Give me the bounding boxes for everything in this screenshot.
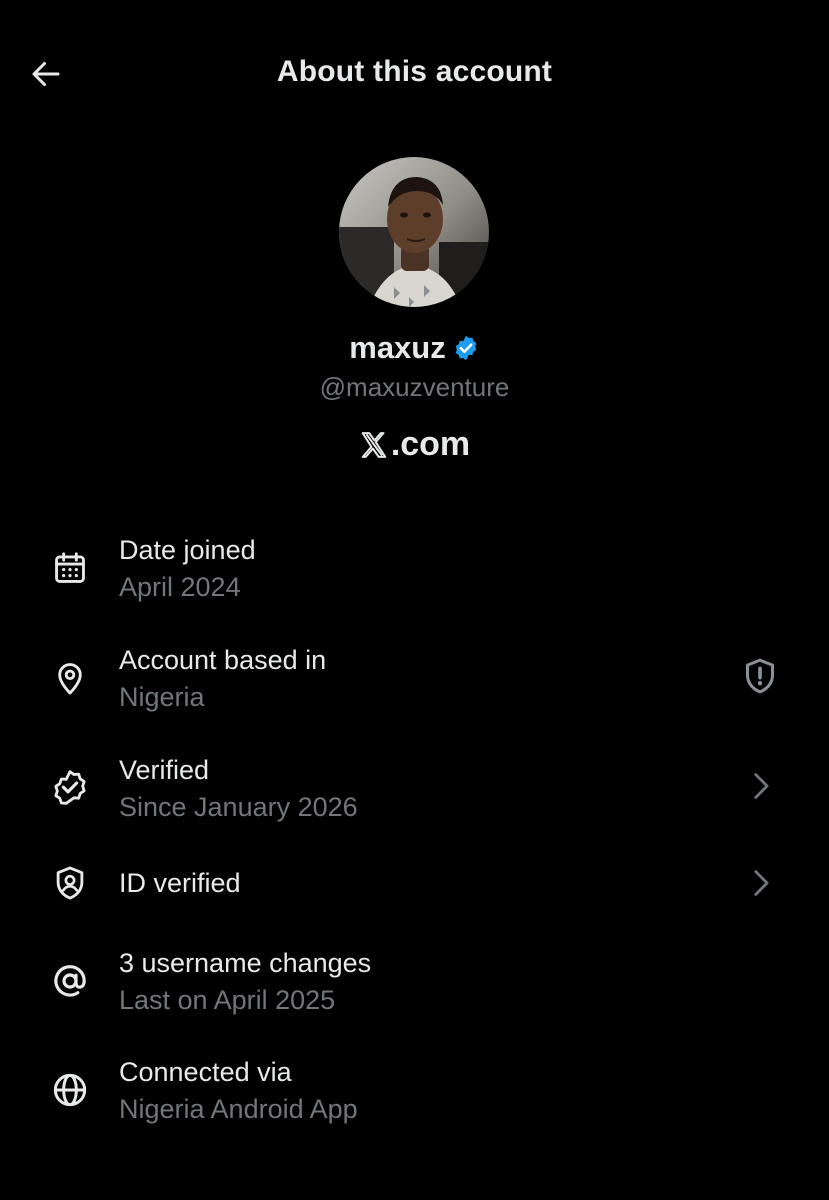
- chevron-right-icon[interactable]: [736, 859, 784, 907]
- row-text: Date joined April 2024: [119, 532, 256, 606]
- list-item-date-joined[interactable]: Date joined April 2024: [0, 520, 829, 610]
- avatar[interactable]: [339, 157, 489, 307]
- row-subtitle: Nigeria: [119, 682, 205, 712]
- row-text: Verified Since January 2026: [119, 752, 358, 826]
- verified-check-icon: [48, 766, 92, 810]
- row-text: 3 username changes Last on April 2025: [119, 945, 371, 1019]
- page-title: About this account: [276, 55, 553, 88]
- display-name: maxuz: [349, 330, 446, 365]
- list-item-id-verified[interactable]: ID verified: [0, 856, 829, 910]
- site-suffix: .com: [390, 425, 471, 463]
- display-name-row: maxuz: [0, 330, 829, 366]
- row-text: Account based in Nigeria: [119, 642, 326, 716]
- top-bar: About this account: [0, 0, 829, 150]
- shield-alert-icon[interactable]: [736, 652, 784, 700]
- row-text: Connected via Nigeria Android App: [119, 1054, 358, 1128]
- list-item-username-changes[interactable]: 3 username changes Last on April 2025: [0, 933, 829, 1023]
- chevron-right-icon[interactable]: [736, 762, 784, 810]
- location-pin-icon: [48, 656, 92, 700]
- id-shield-icon: [48, 861, 92, 905]
- row-title: ID verified: [119, 868, 241, 898]
- row-title: 3 username changes: [119, 948, 372, 978]
- at-sign-icon: [48, 959, 92, 1003]
- row-subtitle: Nigeria Android App: [119, 1094, 358, 1124]
- x-com-link[interactable]: .com: [0, 425, 829, 464]
- row-subtitle: April 2024: [119, 572, 241, 602]
- row-title: Verified: [119, 755, 210, 785]
- globe-icon: [48, 1068, 92, 1112]
- user-handle: @maxuzventure: [319, 372, 510, 402]
- calendar-icon: [48, 546, 92, 590]
- row-subtitle: Since January 2026: [119, 792, 358, 822]
- row-title: Date joined: [119, 535, 256, 565]
- about-account-page: About this account maxuz @maxuzventure .…: [0, 0, 829, 1200]
- list-item-account-based-in[interactable]: Account based in Nigeria: [0, 630, 829, 720]
- row-title: Connected via: [119, 1057, 292, 1087]
- x-logo-icon: [359, 430, 389, 460]
- row-title: Account based in: [119, 645, 327, 675]
- row-text: ID verified: [119, 865, 241, 901]
- verified-badge-icon: [452, 334, 480, 362]
- list-item-connected-via[interactable]: Connected via Nigeria Android App: [0, 1042, 829, 1132]
- list-item-verified[interactable]: Verified Since January 2026: [0, 740, 829, 830]
- row-subtitle: Last on April 2025: [119, 985, 336, 1015]
